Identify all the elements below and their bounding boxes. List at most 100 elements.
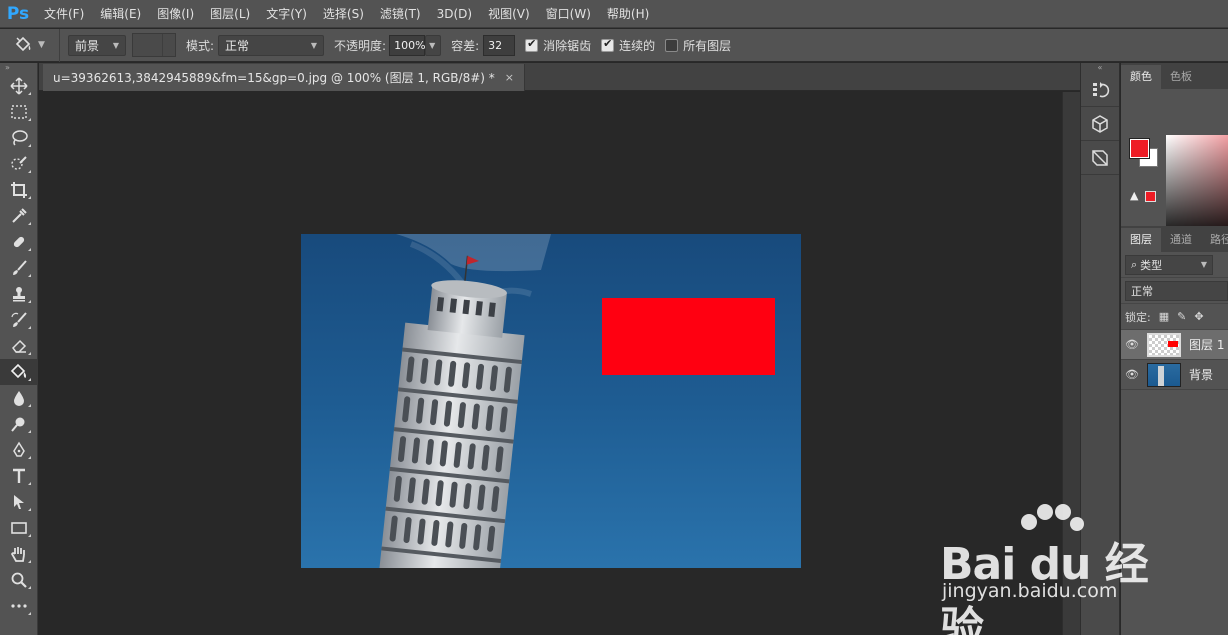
photoshop-logo[interactable]: Ps	[0, 0, 36, 28]
mode-label: 模式:	[186, 38, 215, 53]
gamut-warning-swatch[interactable]	[1145, 191, 1156, 202]
pattern-picker[interactable]	[132, 33, 176, 57]
zoom-tool[interactable]	[0, 567, 38, 593]
menu-3d[interactable]: 3D(D)	[429, 0, 480, 28]
collapse-arrows-icon[interactable]: »	[0, 63, 37, 73]
paint-bucket-icon	[10, 363, 26, 379]
blend-mode-select[interactable]: 正常	[1125, 280, 1228, 301]
all-layers-checkbox[interactable]	[665, 38, 679, 52]
layer-name: 背景	[1189, 368, 1214, 382]
crop-icon	[11, 182, 27, 198]
menu-filter[interactable]: 滤镜(T)	[372, 0, 429, 28]
antialias-checkbox[interactable]	[525, 37, 539, 52]
chevron-down-icon: ▼	[310, 40, 318, 50]
document-tab[interactable]: u=39362613,3842945889&fm=15&gp=0.jpg @ 1…	[43, 64, 525, 91]
layer-filter-row: ⌕ 类型 ▼	[1121, 252, 1228, 278]
lasso-tool[interactable]	[0, 125, 38, 151]
3d-panel-button[interactable]	[1081, 107, 1119, 141]
tab-channels[interactable]: 通道	[1161, 228, 1201, 252]
layer-name: 图层 1	[1189, 338, 1225, 352]
opacity-dropdown[interactable]: ▼	[425, 34, 442, 56]
blur-tool[interactable]	[0, 385, 38, 411]
layers-panel-tabs: 图层 通道 路径	[1121, 226, 1228, 252]
hand-tool[interactable]	[0, 541, 38, 567]
menu-help[interactable]: 帮助(H)	[599, 0, 657, 28]
opacity-input[interactable]: 100%	[389, 34, 426, 56]
blur-icon	[14, 391, 24, 406]
quick-select-icon	[11, 156, 27, 170]
visibility-eye-icon[interactable]: 👁	[1121, 338, 1143, 351]
quick-select-tool[interactable]	[0, 151, 38, 177]
layer-kind-filter[interactable]: ⌕ 类型 ▼	[1125, 254, 1213, 275]
foreground-color-swatch[interactable]	[1129, 138, 1150, 159]
layer-item[interactable]: 👁 图层 1	[1121, 330, 1228, 360]
rectangle-tool[interactable]	[0, 515, 38, 541]
collapse-arrows-icon[interactable]: «	[1081, 63, 1119, 73]
color-panel-tabs: 颜色 色板	[1121, 63, 1228, 89]
mode-select[interactable]: 正常 ▼	[218, 34, 325, 56]
menu-file[interactable]: 文件(F)	[36, 0, 92, 28]
menu-image[interactable]: 图像(I)	[149, 0, 202, 28]
document-tab-strip: u=39362613,3842945889&fm=15&gp=0.jpg @ 1…	[39, 63, 1080, 91]
layer-kind-value: 类型	[1140, 258, 1163, 272]
gamut-warning-icon[interactable]: ▲	[1130, 189, 1138, 202]
mode-value: 正常	[225, 38, 250, 53]
healing-tool[interactable]	[0, 229, 38, 255]
dodge-tool[interactable]	[0, 411, 38, 437]
path-select-tool[interactable]	[0, 489, 38, 515]
more-tools[interactable]	[0, 593, 38, 619]
move-icon	[10, 77, 28, 95]
pen-icon	[13, 441, 25, 457]
contiguous-label: 连续的	[619, 38, 656, 53]
crop-tool[interactable]	[0, 177, 38, 203]
pen-tool[interactable]	[0, 437, 38, 463]
lasso-icon	[12, 130, 28, 146]
close-icon[interactable]: ×	[505, 71, 514, 84]
history-panel-button[interactable]	[1081, 73, 1119, 107]
all-layers-label: 所有图层	[683, 38, 732, 53]
type-icon	[13, 468, 25, 483]
tab-swatches[interactable]: 色板	[1161, 65, 1201, 89]
more-icon	[11, 604, 27, 608]
brush-tool[interactable]	[0, 255, 38, 281]
menu-select[interactable]: 选择(S)	[315, 0, 372, 28]
type-tool[interactable]	[0, 463, 38, 489]
menu-layer[interactable]: 图层(L)	[202, 0, 258, 28]
properties-panel-button[interactable]	[1081, 141, 1119, 175]
lock-transparency-icon[interactable]: ▦	[1159, 310, 1169, 323]
stamp-tool[interactable]	[0, 281, 38, 307]
zoom-icon	[11, 572, 27, 588]
lock-position-icon[interactable]: ✥	[1194, 310, 1203, 323]
history-brush-tool[interactable]	[0, 307, 38, 333]
blend-mode-row: 正常	[1121, 278, 1228, 304]
marquee-icon	[11, 105, 27, 119]
options-bar: ▼ 前景 ▼ 模式: 正常 ▼ 不透明度: 100% ▼ 容差: 32 消除锯齿 连…	[0, 28, 1228, 62]
blend-mode-value: 正常	[1131, 284, 1153, 298]
menu-type[interactable]: 文字(Y)	[258, 0, 315, 28]
paint-bucket-tool[interactable]	[0, 359, 38, 385]
layer-item[interactable]: 👁 背景	[1121, 360, 1228, 390]
fill-source-select[interactable]: 前景 ▼	[68, 34, 126, 56]
tab-paths[interactable]: 路径	[1201, 228, 1228, 252]
history-brush-icon	[11, 312, 27, 327]
move-tool[interactable]	[0, 73, 38, 99]
menu-view[interactable]: 视图(V)	[480, 0, 538, 28]
eraser-tool[interactable]	[0, 333, 38, 359]
tolerance-input[interactable]: 32	[483, 34, 516, 56]
eyedropper-tool[interactable]	[0, 203, 38, 229]
visibility-eye-icon[interactable]: 👁	[1121, 368, 1143, 381]
chevron-down-icon: ▼	[112, 40, 119, 50]
tab-layers[interactable]: 图层	[1121, 228, 1161, 252]
watermark-url: jingyan.baidu.com	[942, 580, 1118, 602]
leaning-tower-photo	[301, 234, 801, 568]
menu-window[interactable]: 窗口(W)	[538, 0, 599, 28]
tool-preset-picker[interactable]: ▼	[0, 28, 60, 62]
marquee-tool[interactable]	[0, 99, 38, 125]
color-panel: ▲	[1121, 89, 1228, 243]
document-image[interactable]	[301, 234, 801, 568]
antialias-label: 消除锯齿	[543, 38, 592, 53]
contiguous-checkbox[interactable]	[601, 37, 615, 52]
tab-color[interactable]: 颜色	[1121, 65, 1161, 89]
menu-edit[interactable]: 编辑(E)	[92, 0, 149, 28]
lock-pixels-icon[interactable]: ✎	[1177, 310, 1186, 323]
